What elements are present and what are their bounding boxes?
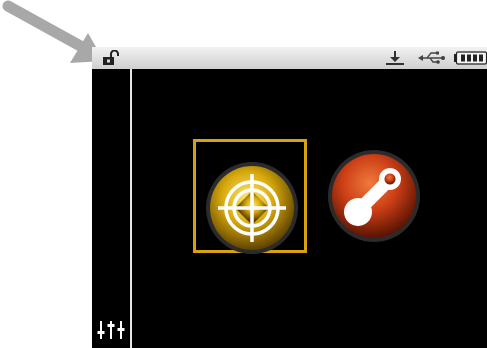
status-bar	[92, 47, 487, 69]
download-icon	[386, 51, 404, 65]
crosshair-target-icon[interactable]	[204, 160, 300, 256]
sidebar	[92, 69, 132, 348]
device-screen	[92, 47, 487, 348]
usb-icon	[418, 51, 445, 64]
equalizer-sliders-icon[interactable]	[96, 320, 126, 340]
unlocked-padlock-icon[interactable]	[102, 50, 120, 66]
battery-icon	[454, 51, 487, 65]
linked-nodes-icon[interactable]	[326, 148, 422, 244]
